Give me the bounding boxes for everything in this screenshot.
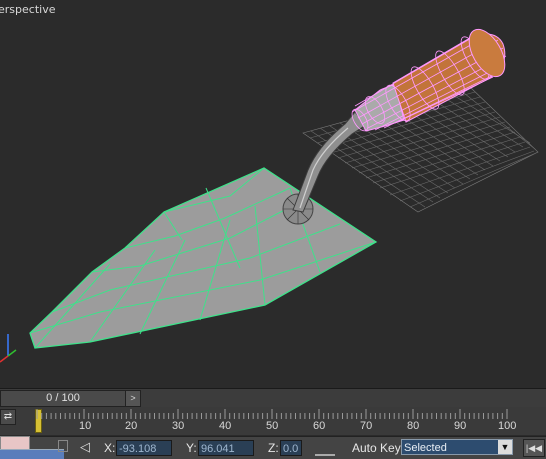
track-bar[interactable]: ⇄ 10 20 30 40 50 60 70 80 90 100: [0, 407, 546, 435]
x-label: X:: [104, 441, 116, 455]
perspective-viewport[interactable]: erspective: [0, 0, 546, 388]
tick-label: 90: [454, 420, 467, 432]
go-to-start-button[interactable]: |◀◀: [523, 439, 545, 457]
trowel-blade[interactable]: [29, 167, 378, 349]
x-coordinate-field[interactable]: -93.108: [116, 440, 172, 456]
tick-label: 70: [360, 420, 373, 432]
time-slider[interactable]: 0 / 100 >: [0, 388, 546, 407]
tick-label: 20: [125, 420, 138, 432]
time-slider-thumb[interactable]: 0 / 100: [0, 390, 126, 407]
tick-label: 80: [407, 420, 420, 432]
tick-label: 50: [266, 420, 279, 432]
chevron-down-icon[interactable]: ▼: [498, 440, 512, 454]
tick-label: 30: [172, 420, 185, 432]
tick-label: 100: [498, 420, 517, 432]
auto-key-button[interactable]: Auto Key: [352, 441, 401, 455]
time-next-button[interactable]: >: [125, 390, 141, 407]
selection-filter-dropdown[interactable]: Selected ▼: [401, 439, 513, 455]
selection-filter-value: Selected: [404, 442, 447, 454]
object-color-swatch[interactable]: [0, 436, 30, 450]
track-ruler: [36, 409, 508, 419]
y-label: Y:: [186, 441, 197, 455]
selection-lock-icon[interactable]: [58, 440, 68, 452]
tick-label: 10: [79, 420, 92, 432]
y-coordinate-field[interactable]: 96.041: [198, 440, 254, 456]
z-label: Z:: [268, 441, 279, 455]
z-coordinate-field[interactable]: 0.0: [280, 440, 302, 456]
scene-render[interactable]: [0, 0, 546, 388]
tick-label: 60: [313, 420, 326, 432]
axis-tripod-icon: [0, 334, 17, 363]
set-key-icon[interactable]: [315, 444, 335, 456]
absolute-mode-icon[interactable]: ◁: [80, 439, 90, 455]
tick-label: 40: [219, 420, 232, 432]
